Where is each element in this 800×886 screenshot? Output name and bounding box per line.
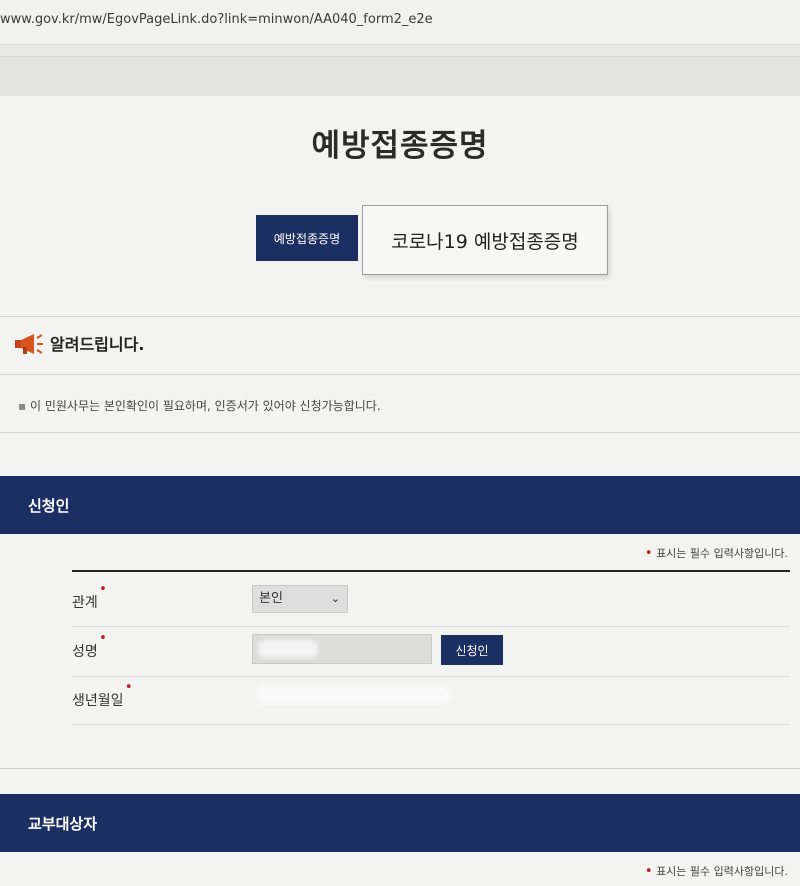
applicant-section-header: 신청인 [0,476,800,534]
required-note-text: 표시는 필수 입력사항입니다. [656,547,788,560]
notice-title: 알려드립니다. [50,335,145,354]
required-note: • 표시는 필수 입력사항입니다. [645,863,788,879]
bullet-icon: ▪ [18,399,27,413]
browser-sub-bar [0,56,800,97]
redacted-birth-date [256,686,451,704]
required-star-icon: • [99,631,107,646]
birth-date-label-text: 생년월일 [72,693,124,709]
form-top-border [72,570,790,572]
relation-select[interactable]: 본인 ⌄ [252,585,348,613]
birth-date-label: 생년월일 • [72,680,133,710]
row-divider [72,626,790,627]
required-star-icon: • [124,680,133,695]
divider [0,432,800,433]
page-title: 예방접종증명 [311,128,489,164]
chevron-down-icon: ⌄ [330,592,340,605]
recipient-section-header: 교부대상자 [0,794,800,852]
redacted-name [258,640,318,658]
notice-text: ▪ 이 민원사무는 본인확인이 필요하며, 인증서가 있어야 신청가능합니다. [18,397,381,414]
url-text[interactable]: www.gov.kr/mw/EgovPageLink.do?link=minwo… [0,12,433,27]
row-divider [72,676,790,677]
name-label-text: 성명 [72,644,98,660]
browser-address-bar[interactable]: www.gov.kr/mw/EgovPageLink.do?link=minwo… [0,0,800,45]
required-note-text: 표시는 필수 입력사항입니다. [656,865,788,878]
notice-text-content: 이 민원사무는 본인확인이 필요하며, 인증서가 있어야 신청가능합니다. [29,399,381,413]
required-star-icon: • [99,582,107,597]
relation-label-text: 관계 [72,595,98,611]
required-star-icon: • [644,546,653,561]
tab-vaccination-certificate[interactable]: 예방접종증명 [256,215,358,261]
required-note: • 표시는 필수 입력사항입니다. [645,545,788,561]
tab-covid19-vaccination-certificate[interactable]: 코로나19 예방접종증명 [362,205,608,275]
applicant-button[interactable]: 신청인 [441,635,503,665]
divider [0,374,800,375]
divider [0,316,800,317]
megaphone-icon [15,334,43,354]
required-star-icon: • [644,864,653,879]
row-divider [72,724,790,725]
applicant-section-title: 신청인 [28,497,70,515]
name-label: 성명 • [72,631,107,661]
recipient-section-title: 교부대상자 [28,815,98,833]
section-divider [0,768,800,769]
relation-select-value: 본인 [259,591,283,606]
relation-label: 관계 • [72,582,107,612]
